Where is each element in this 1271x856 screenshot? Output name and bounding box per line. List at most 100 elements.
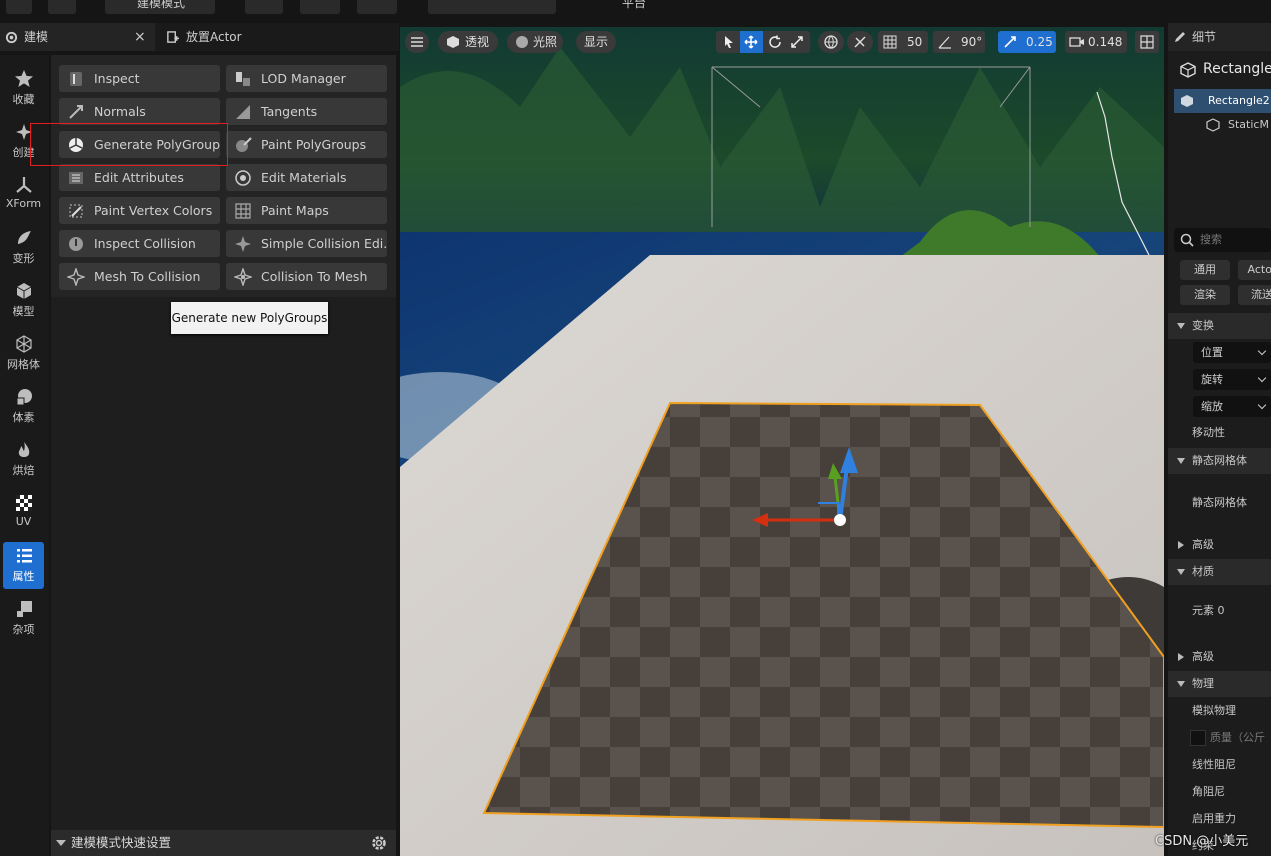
level-viewport[interactable]: 透视 光照 显示 50 90° 0.25 0.148 bbox=[400, 27, 1164, 856]
outliner-item-staticmesh-component[interactable]: StaticM bbox=[1168, 113, 1271, 137]
section-physics[interactable]: 物理 bbox=[1168, 671, 1271, 697]
scale-dropdown[interactable]: 缩放 bbox=[1193, 396, 1271, 417]
property-label: 角阻尼 bbox=[1192, 785, 1225, 798]
cinematics-button[interactable] bbox=[357, 0, 397, 14]
edit-attributes-button[interactable]: Edit Attributes bbox=[59, 164, 220, 191]
filter-chip-streaming[interactable]: 流送 bbox=[1238, 285, 1271, 305]
grid-snap-icon bbox=[883, 35, 897, 49]
blueprint-button[interactable] bbox=[300, 0, 340, 14]
select-cursor-icon[interactable] bbox=[722, 35, 736, 49]
section-advanced-2[interactable]: 高级 bbox=[1168, 644, 1271, 670]
category-voxel[interactable]: 体素 bbox=[3, 383, 44, 430]
layout-icon bbox=[1140, 35, 1154, 49]
surface-snap-toggle[interactable] bbox=[847, 31, 873, 53]
section-static-mesh[interactable]: 静态网格体 bbox=[1168, 448, 1271, 474]
filter-chip-general[interactable]: 通用 bbox=[1180, 260, 1230, 280]
show-button[interactable]: 显示 bbox=[576, 31, 616, 53]
paint-polygroups-button[interactable]: Paint PolyGroups bbox=[226, 131, 387, 158]
lighting-button[interactable]: 光照 bbox=[507, 31, 563, 53]
hamburger-icon bbox=[411, 37, 423, 47]
close-icon[interactable]: × bbox=[134, 23, 146, 51]
category-deform[interactable]: 变形 bbox=[3, 224, 44, 271]
play-controls[interactable] bbox=[428, 0, 556, 14]
simple-collision-editor-button[interactable]: Simple Collision Edi... bbox=[226, 230, 387, 257]
category-model[interactable]: 模型 bbox=[3, 277, 44, 324]
location-dropdown[interactable]: 位置 bbox=[1193, 342, 1271, 363]
add-actor-button[interactable] bbox=[245, 0, 283, 14]
mesh-to-collision-button[interactable]: Mesh To Collision bbox=[59, 263, 220, 290]
category-mesh[interactable]: 网格体 bbox=[3, 330, 44, 377]
quick-settings-label: 建模模式快速设置 bbox=[71, 835, 172, 850]
scale-icon[interactable] bbox=[790, 35, 804, 49]
section-materials[interactable]: 材质 bbox=[1168, 559, 1271, 585]
tool-label: Inspect bbox=[94, 71, 140, 86]
perspective-label: 透视 bbox=[465, 35, 490, 49]
tab-place-actor[interactable]: 放置Actor bbox=[160, 23, 390, 51]
section-label: 变换 bbox=[1192, 319, 1214, 332]
mode-dropdown[interactable]: 建模模式 bbox=[105, 0, 215, 14]
outliner-item-rectangle2[interactable]: Rectangle2 bbox=[1174, 89, 1271, 113]
dropdown-label: 旋转 bbox=[1201, 373, 1223, 386]
collision-to-mesh-button[interactable]: Collision To Mesh bbox=[226, 263, 387, 290]
outliner-child-label: StaticM bbox=[1228, 118, 1269, 131]
viewport-menu-button[interactable] bbox=[405, 31, 429, 53]
paint-maps-button[interactable]: Paint Maps bbox=[226, 197, 387, 224]
platform-label: 平台 bbox=[622, 0, 647, 10]
rotate-icon[interactable] bbox=[768, 35, 782, 49]
category-attributes[interactable]: 属性 bbox=[3, 542, 44, 589]
quick-settings-bar[interactable]: 建模模式快速设置 bbox=[51, 830, 396, 856]
perspective-button[interactable]: 透视 bbox=[438, 31, 498, 53]
tooltip: Generate new PolyGroups bbox=[171, 302, 328, 334]
edit-materials-icon bbox=[235, 170, 251, 186]
dropdown-label: 位置 bbox=[1201, 346, 1223, 359]
section-transform[interactable]: 变换 bbox=[1168, 313, 1271, 339]
tool-label: Paint Maps bbox=[261, 203, 329, 218]
world-local-toggle[interactable] bbox=[818, 31, 844, 53]
tab-modeling[interactable]: 建模 × bbox=[0, 23, 155, 51]
tab-modeling-label: 建模 bbox=[24, 30, 49, 44]
tangents-button[interactable]: Tangents bbox=[226, 98, 387, 125]
edit-materials-button[interactable]: Edit Materials bbox=[226, 164, 387, 191]
static-mesh-icon bbox=[1180, 62, 1196, 78]
category-label: 杂项 bbox=[12, 623, 35, 636]
left-tab-bar: 建模 × 放置Actor bbox=[0, 23, 399, 51]
category-label: 烘焙 bbox=[12, 464, 35, 477]
rotation-dropdown[interactable]: 旋转 bbox=[1193, 369, 1271, 390]
category-favorites[interactable]: 收藏 bbox=[3, 65, 44, 112]
section-label: 物理 bbox=[1192, 677, 1214, 690]
category-xform[interactable]: XForm bbox=[3, 171, 44, 218]
inspect-button[interactable]: Inspect bbox=[59, 65, 220, 92]
chevron-right-icon bbox=[1178, 541, 1184, 549]
model-icon bbox=[16, 283, 31, 299]
inspect-collision-button[interactable]: Inspect Collision bbox=[59, 230, 220, 257]
mass-checkbox[interactable] bbox=[1190, 730, 1206, 746]
outliner-item-label: Rectangle2 bbox=[1208, 94, 1270, 107]
modeling-tab-icon bbox=[5, 31, 18, 44]
edit-attributes-icon bbox=[69, 172, 83, 184]
filter-chip-rendering[interactable]: 渲染 bbox=[1180, 285, 1230, 305]
tool-label: Simple Collision Edi... bbox=[261, 236, 387, 251]
gear-icon[interactable] bbox=[370, 834, 388, 852]
section-label: 高级 bbox=[1192, 650, 1214, 663]
move-tool-active[interactable] bbox=[740, 31, 763, 53]
platform-button[interactable]: 平台 bbox=[598, 0, 668, 14]
save-icon[interactable] bbox=[6, 0, 32, 14]
details-search-input[interactable]: 搜索 bbox=[1174, 228, 1271, 252]
watermark: CSDN @小美元 bbox=[1155, 834, 1249, 849]
category-bake[interactable]: 烘焙 bbox=[3, 436, 44, 483]
filter-chip-actor[interactable]: Actor bbox=[1238, 260, 1271, 280]
static-mesh-icon bbox=[1181, 95, 1193, 107]
normals-button[interactable]: Normals bbox=[59, 98, 220, 125]
paint-vertex-colors-button[interactable]: Paint Vertex Colors bbox=[59, 197, 220, 224]
category-uv[interactable]: UV bbox=[3, 489, 44, 536]
surface-snap-icon bbox=[854, 36, 866, 48]
category-misc[interactable]: 杂项 bbox=[3, 595, 44, 642]
viewport-layout-button[interactable] bbox=[1135, 31, 1159, 53]
category-label: 变形 bbox=[12, 252, 35, 265]
content-browser-icon[interactable] bbox=[48, 0, 76, 14]
tool-label: LOD Manager bbox=[261, 71, 346, 86]
property-label: 启用重力 bbox=[1192, 812, 1236, 825]
section-advanced-1[interactable]: 高级 bbox=[1168, 532, 1271, 558]
lod-manager-button[interactable]: LOD Manager bbox=[226, 65, 387, 92]
static-mesh-property-row: 静态网格体 bbox=[1168, 490, 1271, 516]
